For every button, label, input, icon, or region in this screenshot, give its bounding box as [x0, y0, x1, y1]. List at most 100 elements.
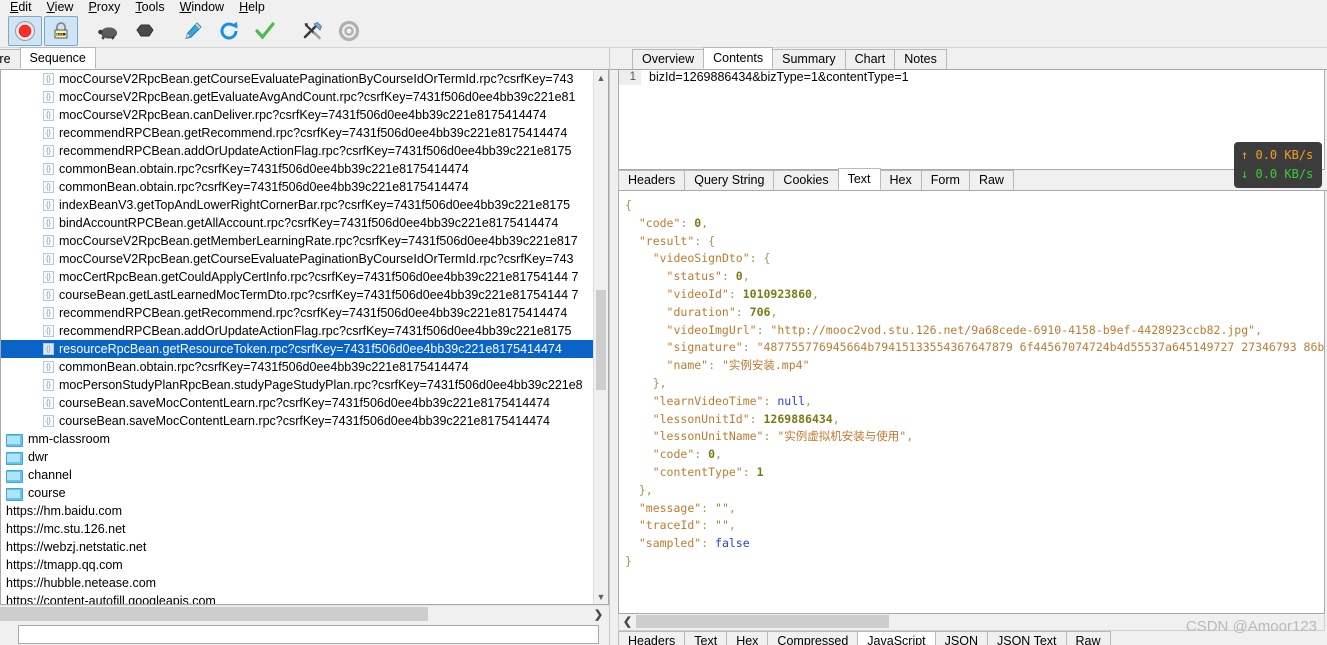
session-row[interactable]: {} mocCourseV2RpcBean.getCourseEvaluatePa… [1, 70, 608, 88]
hscroll-right-arrow-icon[interactable]: ❯ [590, 606, 607, 623]
host-row[interactable]: https://tmapp.qq.com [1, 556, 608, 574]
response-horizontal-scrollbar[interactable]: ❮ [618, 614, 1325, 631]
tab-overview[interactable]: Overview [632, 49, 705, 69]
session-url: commonBean.obtain.rpc?csrfKey=7431f506d0… [59, 180, 469, 194]
response-body-viewer[interactable]: { "code": 0, "result": { "videoSignDto":… [618, 191, 1325, 614]
request-tab-hex[interactable]: Hex [879, 170, 922, 190]
json-punct: : [742, 340, 757, 355]
menu-item-proxy[interactable]: Proxy [82, 1, 129, 14]
host-row[interactable]: https://webzj.netstatic.net [1, 538, 608, 556]
json-str: "实例安装.mp4" [721, 358, 810, 373]
request-tab-raw[interactable]: Raw [968, 170, 1014, 190]
session-row[interactable]: {} resourceRpcBean.getResourceToken.rpc?c… [1, 340, 608, 358]
menu-item-help[interactable]: Help [233, 1, 274, 14]
validate-button[interactable] [248, 16, 282, 46]
response-hscroll-thumb[interactable] [636, 615, 889, 628]
request-icon: {} [43, 397, 54, 409]
response-tab-json-text[interactable]: JSON Text [987, 631, 1067, 645]
session-row[interactable]: {} bindAccountRPCBean.getAllAccount.rpc?c… [1, 214, 608, 232]
repeat-button[interactable] [212, 16, 246, 46]
ssl-proxying-button[interactable] [44, 15, 78, 46]
json-num: 1269886434 [763, 411, 833, 426]
json-line: "learnVideoTime": null, [625, 393, 1324, 411]
tab-notes[interactable]: Notes [894, 49, 947, 69]
session-row[interactable]: {} commonBean.obtain.rpc?csrfKey=7431f506… [1, 178, 608, 196]
folder-row[interactable]: channel [1, 466, 608, 484]
refresh-icon [220, 21, 238, 39]
response-tab-javascript[interactable]: JavaScript [857, 631, 936, 645]
session-row[interactable]: {} indexBeanV3.getTopAndLowerRightCornerB… [1, 196, 608, 214]
menu-item-edit[interactable]: Edit [4, 1, 41, 14]
scroll-down-arrow-icon[interactable]: ▼ [594, 589, 608, 604]
request-tab-cookies[interactable]: Cookies [773, 170, 839, 190]
request-body-viewer[interactable]: 1 bizId=1269886434&bizType=1&contentType… [618, 70, 1325, 170]
session-url: recommendRPCBean.getRecommend.rpc?csrfKe… [59, 306, 568, 320]
folder-row[interactable]: mm-classroom [1, 430, 608, 448]
json-line: "lessonUnitName": "实例虚拟机安装与使用", [625, 428, 1324, 446]
tab-sequence[interactable]: Sequence [19, 47, 96, 69]
session-row[interactable]: {} recommendRPCBean.getRecommend.rpc?csrf… [1, 124, 608, 142]
scroll-up-arrow-icon[interactable]: ▲ [594, 70, 608, 85]
session-row[interactable]: {} courseBean.saveMocContentLearn.rpc?csr… [1, 412, 608, 430]
tab-summary[interactable]: Summary [772, 49, 846, 69]
left-panel-horizontal-scrollbar[interactable]: ❯ [0, 605, 609, 622]
session-list[interactable]: {} mocCourseV2RpcBean.getCourseEvaluatePa… [1, 70, 608, 604]
menu-item-tools[interactable]: Tools [129, 1, 173, 14]
tab-ture[interactable]: ture [0, 49, 21, 69]
session-row[interactable]: {} mocCourseV2RpcBean.getCourseEvaluatePa… [1, 250, 608, 268]
settings-button[interactable] [332, 16, 366, 46]
session-row[interactable]: {} mocPersonStudyPlanRpcBean.studyPageStu… [1, 376, 608, 394]
session-row[interactable]: {} commonBean.obtain.rpc?csrfKey=7431f506… [1, 358, 608, 376]
menu-item-window[interactable]: Window [174, 1, 233, 14]
json-line: "traceId": "", [625, 517, 1324, 535]
session-row[interactable]: {} mocCertRpcBean.getCouldApplyCertInfo.r… [1, 268, 608, 286]
request-icon: {} [43, 379, 54, 391]
response-tab-json[interactable]: JSON [934, 631, 988, 645]
request-icon: {} [43, 325, 54, 337]
session-row[interactable]: {} recommendRPCBean.addOrUpdateActionFlag… [1, 322, 608, 340]
host-row[interactable]: https://content-autofill.googleapis.com [1, 592, 608, 604]
throttle-button[interactable] [92, 16, 126, 46]
menu-item-view[interactable]: View [41, 1, 83, 14]
session-row[interactable]: {} mocCourseV2RpcBean.getMemberLearningRa… [1, 232, 608, 250]
folder-icon [6, 433, 23, 447]
host-row[interactable]: https://hubble.netease.com [1, 574, 608, 592]
response-tab-headers[interactable]: Headers [618, 631, 686, 645]
session-row[interactable]: {} commonBean.obtain.rpc?csrfKey=7431f506… [1, 160, 608, 178]
response-tab-hex[interactable]: Hex [726, 631, 769, 645]
tab-chart[interactable]: Chart [844, 49, 896, 69]
request-tab-query-string[interactable]: Query String [684, 170, 775, 190]
compose-button[interactable] [176, 16, 210, 46]
host-row[interactable]: https://hm.baidu.com [1, 502, 608, 520]
tab-contents[interactable]: Contents [703, 47, 774, 69]
response-tab-raw[interactable]: Raw [1065, 631, 1111, 645]
filter-input[interactable] [18, 625, 599, 644]
hscroll-thumb[interactable] [0, 607, 428, 621]
tools-button[interactable] [296, 16, 330, 46]
session-row[interactable]: {} courseBean.saveMocContentLearn.rpc?csr… [1, 394, 608, 412]
session-row[interactable]: {} mocCourseV2RpcBean.getEvaluateAvgAndCo… [1, 88, 608, 106]
request-tab-form[interactable]: Form [920, 170, 970, 190]
json-key: "message" [638, 500, 702, 515]
response-tab-text[interactable]: Text [684, 631, 728, 645]
breakpoints-button[interactable] [128, 16, 162, 46]
hscroll-left-arrow-icon[interactable]: ❮ [620, 614, 635, 629]
session-list-vertical-scrollbar[interactable]: ▲ ▼ [593, 70, 608, 604]
session-row[interactable]: {} courseBean.getLastLearnedMocTermDto.rp… [1, 286, 608, 304]
stop-octagon-icon [136, 24, 154, 36]
scroll-thumb[interactable] [596, 290, 606, 390]
request-tab-text[interactable]: Text [837, 168, 881, 190]
host-row[interactable]: https://mc.stu.126.net [1, 520, 608, 538]
folder-row[interactable]: course [1, 484, 608, 502]
session-row[interactable]: {} recommendRPCBean.getRecommend.rpc?csrf… [1, 304, 608, 322]
download-speed: ↓ 0.0 KB/s [1241, 165, 1322, 184]
session-row[interactable]: {} recommendRPCBean.addOrUpdateActionFlag… [1, 142, 608, 160]
session-url: mocCourseV2RpcBean.getCourseEvaluatePagi… [59, 252, 574, 266]
session-row[interactable]: {} mocCourseV2RpcBean.canDeliver.rpc?csrf… [1, 106, 608, 124]
json-punct: }, [638, 482, 653, 497]
request-tab-headers[interactable]: Headers [618, 170, 686, 190]
response-tab-compressed[interactable]: Compressed [767, 631, 859, 645]
record-button[interactable] [8, 15, 42, 46]
folder-row[interactable]: dwr [1, 448, 608, 466]
json-punct: : [756, 322, 771, 337]
